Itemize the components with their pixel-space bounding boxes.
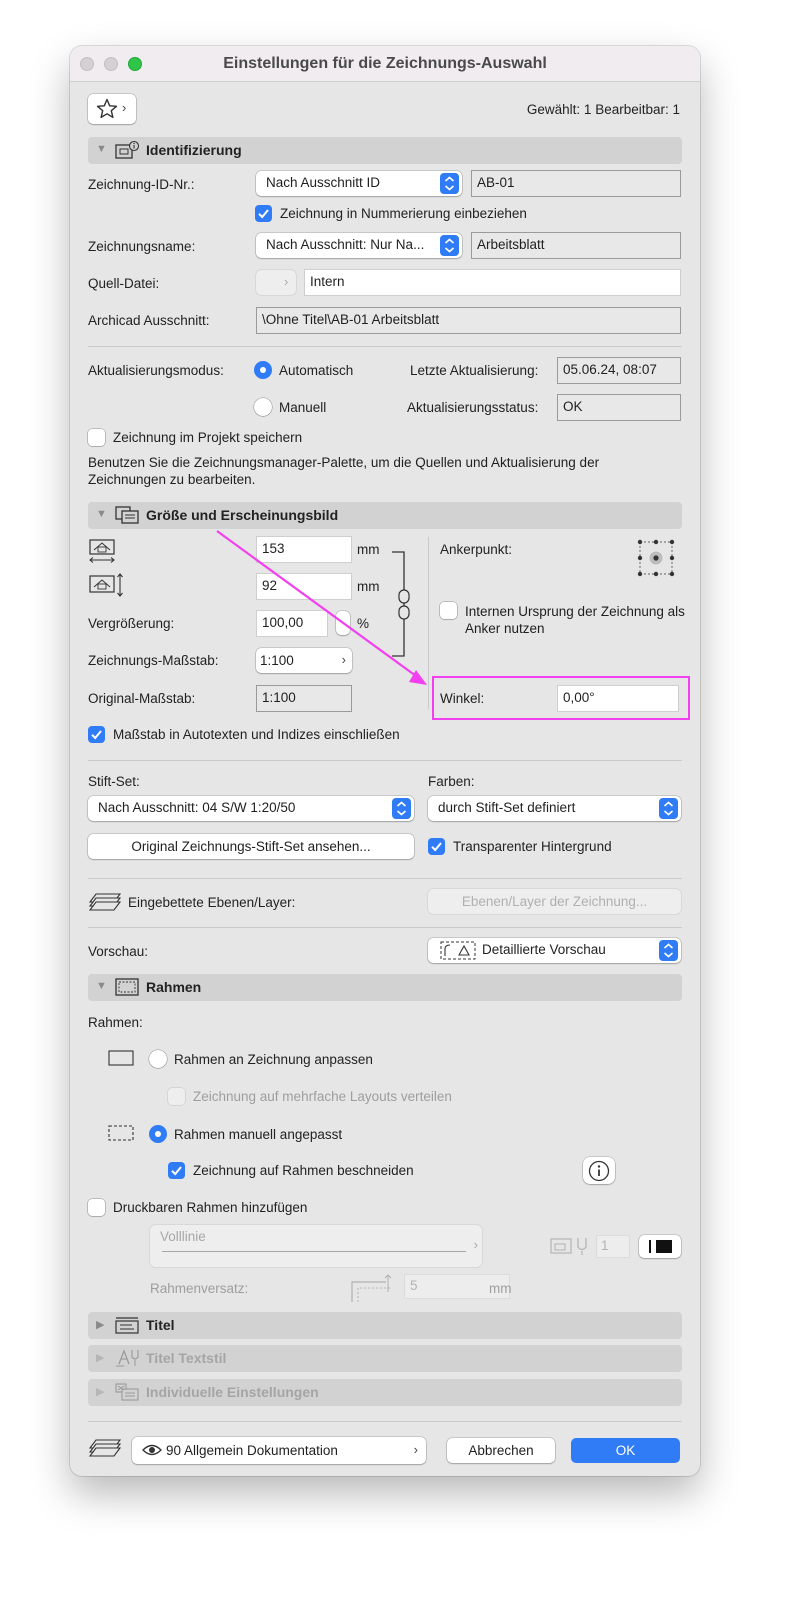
annotation-arrow [216,530,427,685]
annotation-highlight-box [432,676,690,720]
